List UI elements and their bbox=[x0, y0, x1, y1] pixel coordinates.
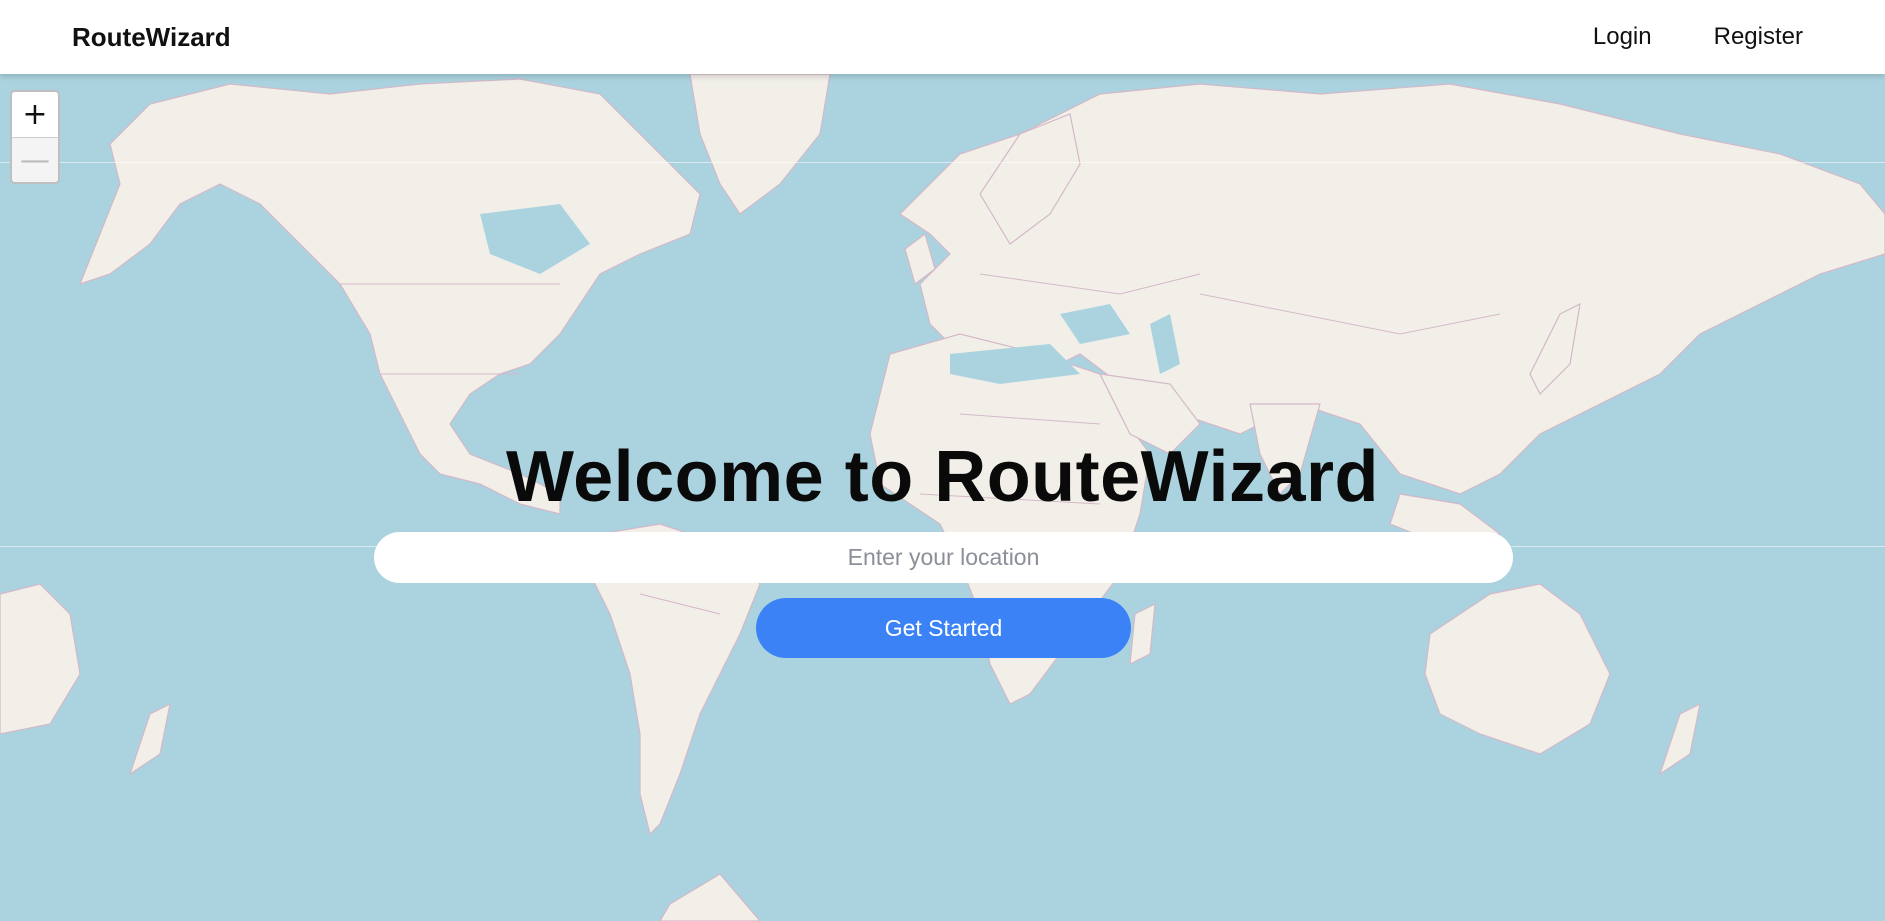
australia-landmass bbox=[1424, 583, 1611, 755]
nav-links: Login Register bbox=[1593, 23, 1803, 51]
location-search-input[interactable] bbox=[374, 532, 1513, 583]
antarctica-tip bbox=[659, 873, 761, 921]
hero-title: Welcome to RouteWizard bbox=[505, 437, 1380, 517]
zoom-in-button[interactable]: + bbox=[12, 92, 58, 137]
map-graticule-line bbox=[0, 162, 1885, 163]
login-link[interactable]: Login bbox=[1593, 23, 1652, 51]
get-started-button[interactable]: Get Started bbox=[756, 598, 1131, 658]
madagascar-landmass bbox=[1129, 602, 1156, 666]
map-zoom-control: + — bbox=[10, 90, 60, 184]
greenland-landmass bbox=[689, 74, 831, 215]
brand-logo-text[interactable]: RouteWizard bbox=[72, 22, 231, 53]
register-link[interactable]: Register bbox=[1714, 23, 1803, 51]
top-navbar: RouteWizard Login Register bbox=[0, 0, 1885, 74]
australia-wrap-landmass bbox=[0, 583, 81, 735]
new-zealand-landmass bbox=[1658, 702, 1701, 776]
nz-wrap-landmass bbox=[128, 702, 171, 776]
zoom-out-button[interactable]: — bbox=[12, 137, 58, 182]
